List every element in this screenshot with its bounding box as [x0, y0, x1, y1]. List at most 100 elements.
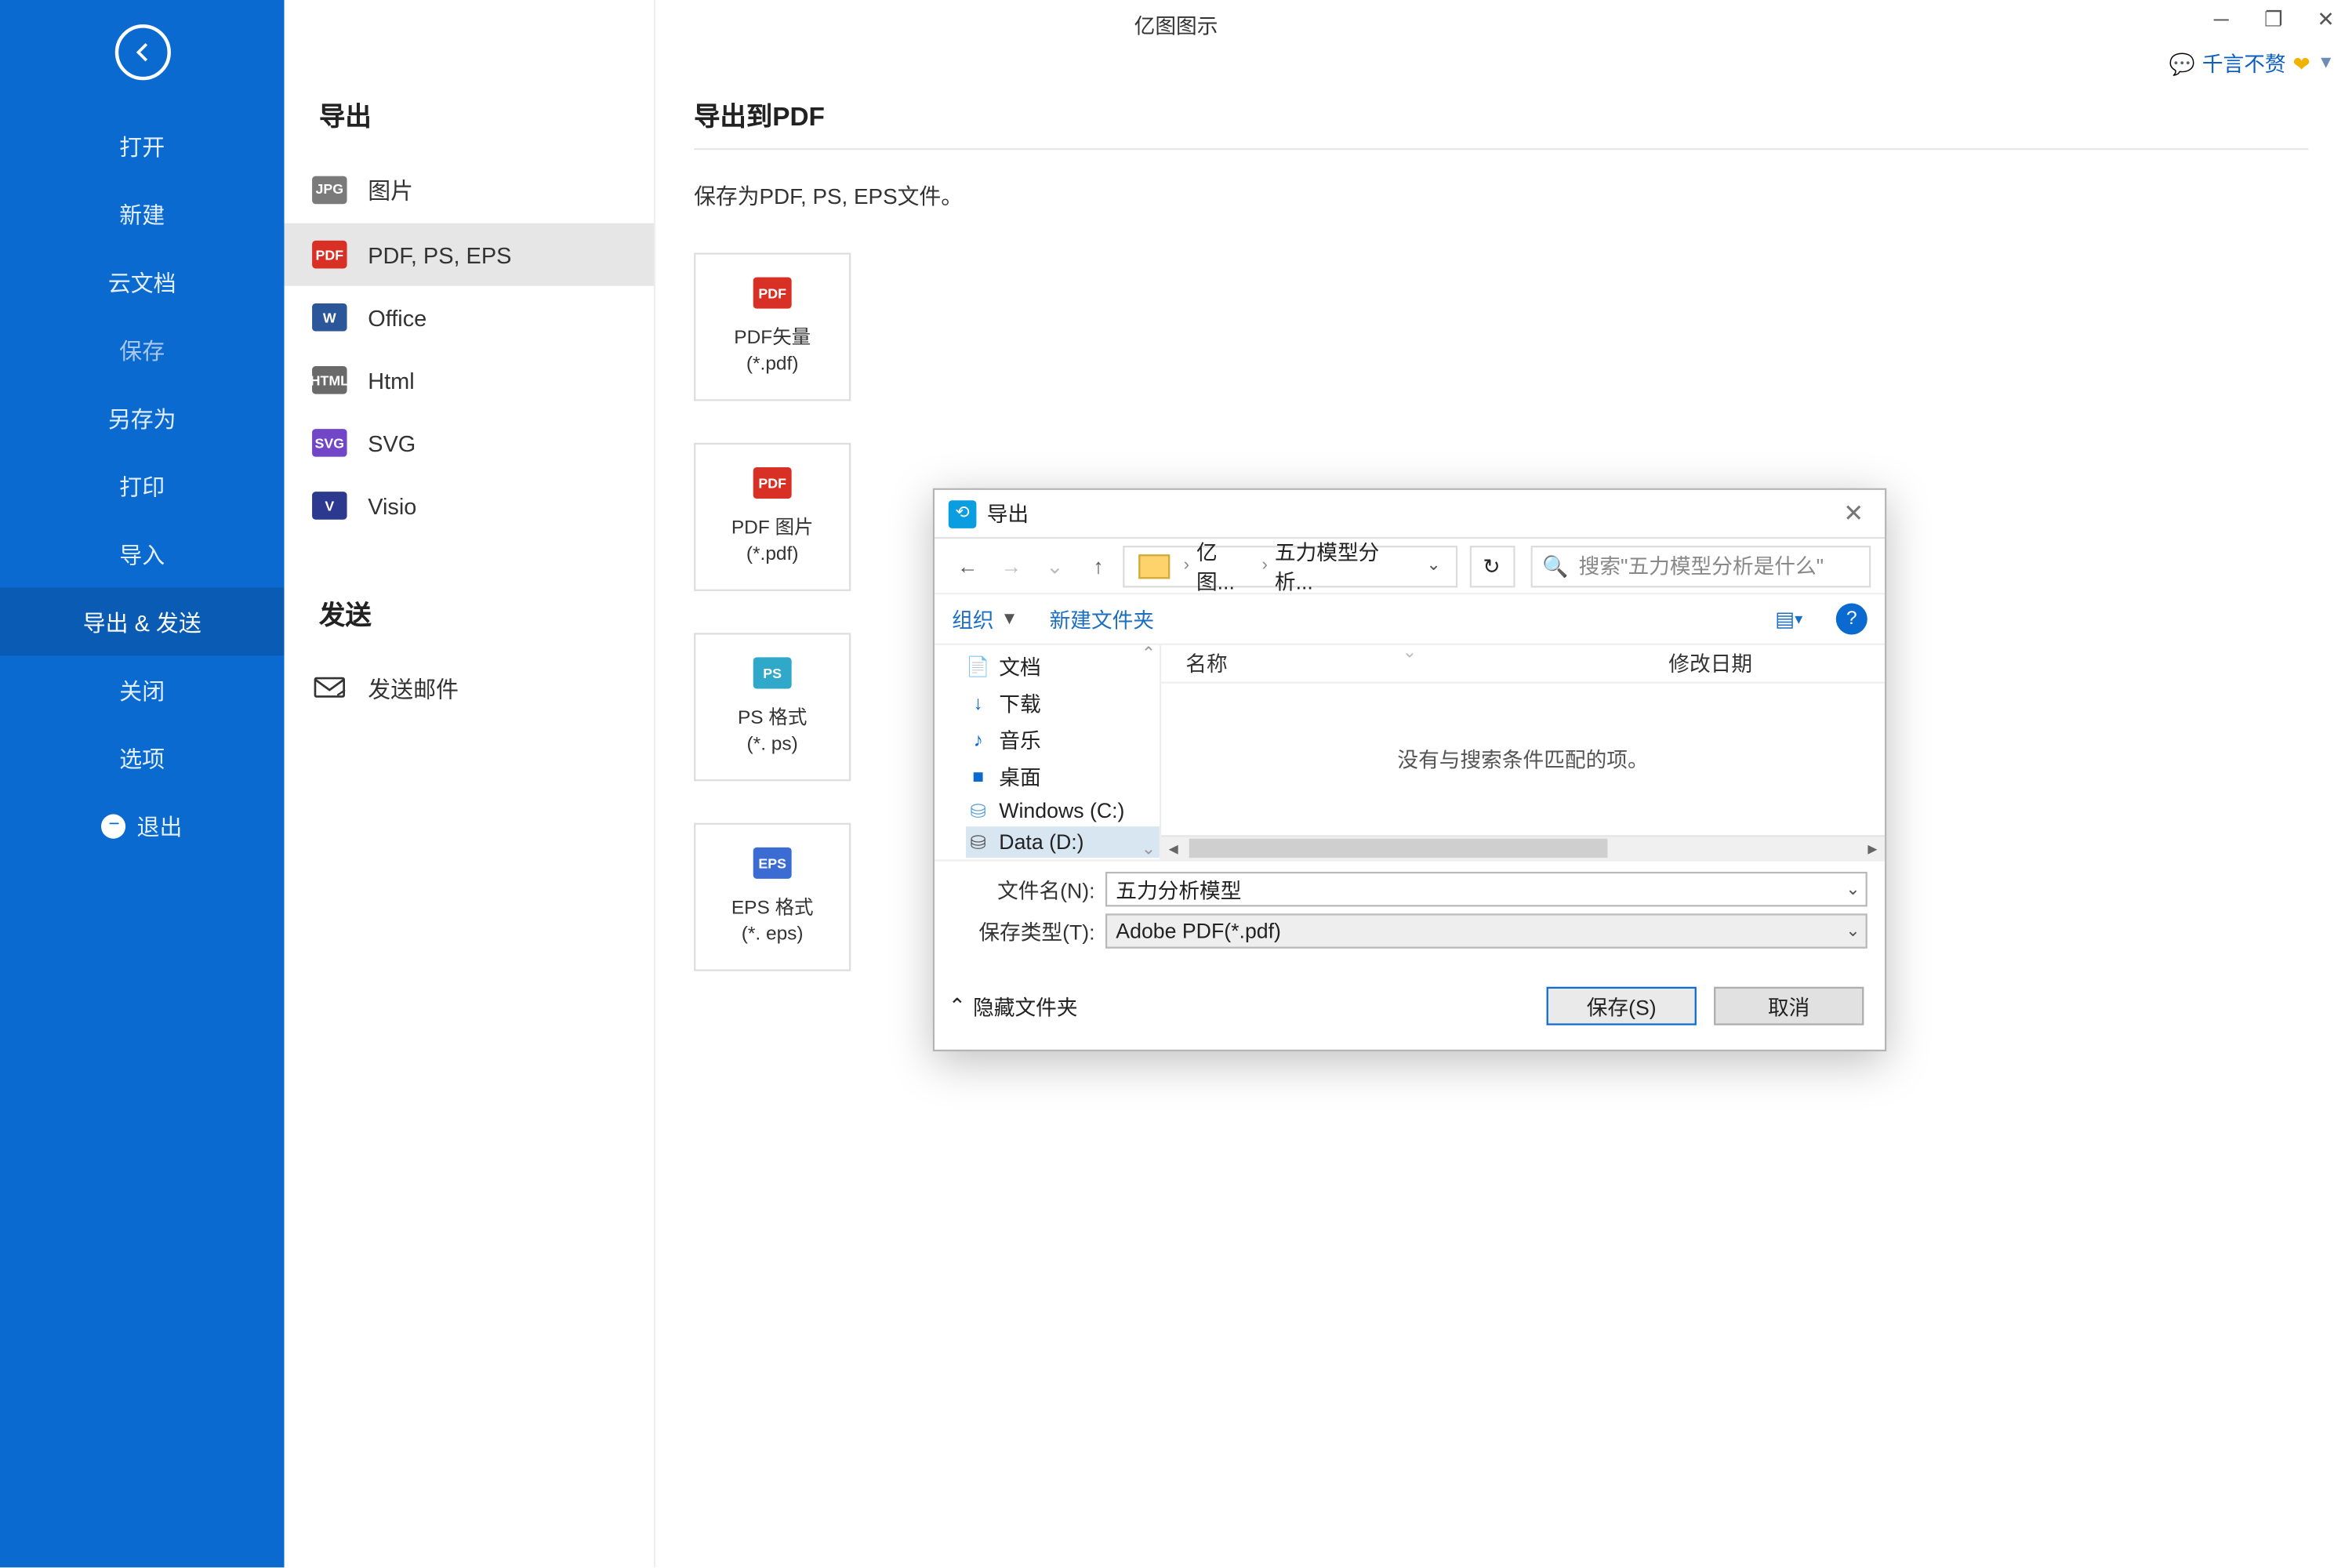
svg-icon: SVG: [312, 429, 347, 457]
app-icon: ⟲: [949, 499, 977, 528]
download-icon: ↓: [966, 691, 990, 716]
dialog-body: ⌃ 📄文档 ↓下载 ♪音乐 ■桌面 ⛁Windows (C:) ⛁Data (D…: [935, 644, 1885, 862]
tile-pdf-vector[interactable]: PDF PDF矢量 (*.pdf): [694, 252, 851, 401]
nav-up-button[interactable]: ↑: [1080, 546, 1118, 585]
breadcrumb-caret-icon[interactable]: ⌄: [1419, 556, 1447, 575]
tree-drive-c[interactable]: ⛁Windows (C:): [966, 795, 1160, 826]
file-list: ⌄名称 修改日期 没有与搜索条件匹配的项。 ◄ ►: [1161, 645, 1885, 860]
app-title: 亿图图示: [1134, 9, 1218, 39]
export-header: 导出: [284, 84, 653, 155]
filetype-select[interactable]: Adobe PDF(*.pdf)⌄: [1105, 913, 1867, 948]
empty-message: 没有与搜索条件匹配的项。: [1161, 684, 1885, 835]
scroll-thumb[interactable]: [1189, 839, 1608, 858]
export-image-label: 图片: [368, 172, 413, 205]
filetype-row: 保存类型(T): Adobe PDF(*.pdf)⌄: [952, 913, 1867, 948]
tile-pdf-image[interactable]: PDF PDF 图片 (*.pdf): [694, 443, 851, 591]
export-office-label: Office: [368, 304, 426, 330]
tile-eps[interactable]: EPS EPS 格式 (*. eps): [694, 823, 851, 971]
horizontal-scrollbar[interactable]: ◄ ►: [1161, 835, 1885, 859]
sidebar-options[interactable]: 选项: [0, 724, 284, 792]
col-date[interactable]: 修改日期: [1658, 648, 1885, 678]
maximize-button[interactable]: ❐: [2248, 0, 2300, 38]
email-icon: [312, 674, 347, 702]
sidebar-exit[interactable]: − 退出: [0, 792, 284, 860]
breadcrumb-sep-icon: ›: [1180, 556, 1192, 575]
nav-forward-button[interactable]: →: [992, 546, 1030, 585]
search-placeholder: 搜索"五力模型分析是什么": [1579, 551, 1824, 581]
filetype-label: 保存类型(T):: [952, 916, 1094, 946]
sidebar-save[interactable]: 保存: [0, 316, 284, 384]
dropdown-icon[interactable]: ⌄: [1846, 880, 1860, 898]
export-pdf[interactable]: PDF PDF, PS, EPS: [284, 223, 653, 286]
sidebar-print[interactable]: 打印: [0, 452, 284, 520]
tree-desktop[interactable]: ■桌面: [966, 758, 1160, 795]
tile-label: PDF矢量 (*.pdf): [734, 326, 811, 376]
caret-down-icon[interactable]: ▼: [1001, 609, 1018, 628]
send-header: 发送: [284, 583, 653, 654]
close-window-button[interactable]: ✕: [2299, 0, 2352, 38]
hide-folders-toggle[interactable]: ⌃ 隐藏文件夹: [949, 991, 1078, 1021]
breadcrumb-2[interactable]: 五力模型分析...: [1275, 536, 1416, 596]
tree-scroll-up[interactable]: ⌃: [1142, 645, 1156, 664]
sidebar-new[interactable]: 新建: [0, 180, 284, 248]
cancel-button[interactable]: 取消: [1714, 987, 1864, 1025]
export-image[interactable]: JPG 图片: [284, 155, 653, 223]
tile-label: PS 格式 (*. ps): [738, 706, 807, 757]
promo-bar[interactable]: 💬 千言不赘 ❤ ▼: [2169, 49, 2335, 78]
dialog-toolbar: 组织 ▼ 新建文件夹 ▤ ▾ ?: [935, 594, 1885, 643]
ps-icon: PS: [753, 658, 792, 689]
dropdown-icon[interactable]: ⌄: [1846, 921, 1860, 940]
tree-drive-d[interactable]: ⛁Data (D:): [966, 826, 1160, 858]
folder-tree[interactable]: ⌃ 📄文档 ↓下载 ♪音乐 ■桌面 ⛁Windows (C:) ⛁Data (D…: [935, 645, 1161, 860]
tree-scroll-down[interactable]: ⌄: [1142, 840, 1156, 859]
export-office[interactable]: W Office: [284, 286, 653, 349]
tile-ps[interactable]: PS PS 格式 (*. ps): [694, 633, 851, 781]
sidebar-open[interactable]: 打开: [0, 111, 284, 180]
sidebar-close[interactable]: 关闭: [0, 655, 284, 724]
scroll-right-icon[interactable]: ►: [1860, 837, 1885, 861]
sidebar-export-send[interactable]: 导出 & 发送: [0, 587, 284, 655]
sidebar-cloud[interactable]: 云文档: [0, 248, 284, 316]
file-menu-sidebar: 打开 新建 云文档 保存 另存为 打印 导入 导出 & 发送 关闭 选项 − 退…: [0, 0, 284, 1567]
drive-icon: ⛁: [966, 830, 990, 855]
sidebar-saveas[interactable]: 另存为: [0, 383, 284, 452]
scroll-left-icon[interactable]: ◄: [1161, 837, 1185, 861]
export-html[interactable]: HTML Html: [284, 349, 653, 412]
export-svg-label: SVG: [368, 430, 416, 456]
tile-label: EPS 格式 (*. eps): [731, 897, 814, 947]
app-root: 亿图图示 ─ ❐ ✕ 💬 千言不赘 ❤ ▼ 打开 新建 云文档 保存 另存为 打…: [0, 0, 2352, 1567]
window-controls: ─ ❐ ✕: [2195, 0, 2352, 38]
sidebar-import[interactable]: 导入: [0, 520, 284, 588]
tree-downloads[interactable]: ↓下载: [966, 685, 1160, 722]
dialog-footer: ⌃ 隐藏文件夹 保存(S) 取消: [935, 963, 1885, 1050]
tree-documents[interactable]: 📄文档: [966, 648, 1160, 685]
music-icon: ♪: [966, 728, 990, 752]
minimize-button[interactable]: ─: [2195, 0, 2248, 38]
dialog-close-button[interactable]: ✕: [1836, 499, 1871, 528]
view-mode-button[interactable]: ▤ ▾: [1773, 603, 1805, 634]
save-button[interactable]: 保存(S): [1547, 987, 1697, 1025]
organize-button[interactable]: 组织: [952, 604, 993, 634]
export-visio[interactable]: V Visio: [284, 474, 653, 537]
sidebar-exit-label: 退出: [137, 809, 183, 842]
pdf-icon: PDF: [753, 467, 792, 499]
help-button[interactable]: ?: [1836, 603, 1867, 634]
nav-back-button[interactable]: ←: [949, 546, 987, 585]
chat-icon: 💬: [2169, 52, 2195, 76]
send-email[interactable]: 发送邮件: [284, 654, 653, 722]
html-icon: HTML: [312, 366, 347, 394]
tree-music[interactable]: ♪音乐: [966, 722, 1160, 759]
col-name[interactable]: ⌄名称: [1161, 648, 1658, 678]
new-folder-button[interactable]: 新建文件夹: [1050, 604, 1154, 634]
breadcrumb[interactable]: › 亿图... › 五力模型分析... ⌄: [1123, 545, 1457, 586]
nav-recent-button[interactable]: ⌄: [1036, 546, 1074, 585]
refresh-button[interactable]: ↻: [1469, 545, 1515, 586]
export-svg[interactable]: SVG SVG: [284, 412, 653, 474]
filename-input[interactable]: 五力分析模型⌄: [1105, 872, 1867, 906]
breadcrumb-1[interactable]: 亿图...: [1196, 536, 1255, 596]
column-drag-icon[interactable]: ⌄: [1403, 644, 1417, 662]
search-input[interactable]: 🔍 搜索"五力模型分析是什么": [1530, 545, 1871, 586]
dialog-titlebar[interactable]: ⟲ 导出 ✕: [935, 490, 1885, 539]
file-columns: ⌄名称 修改日期: [1161, 645, 1885, 684]
breadcrumb-sep-icon: ›: [1258, 556, 1271, 575]
